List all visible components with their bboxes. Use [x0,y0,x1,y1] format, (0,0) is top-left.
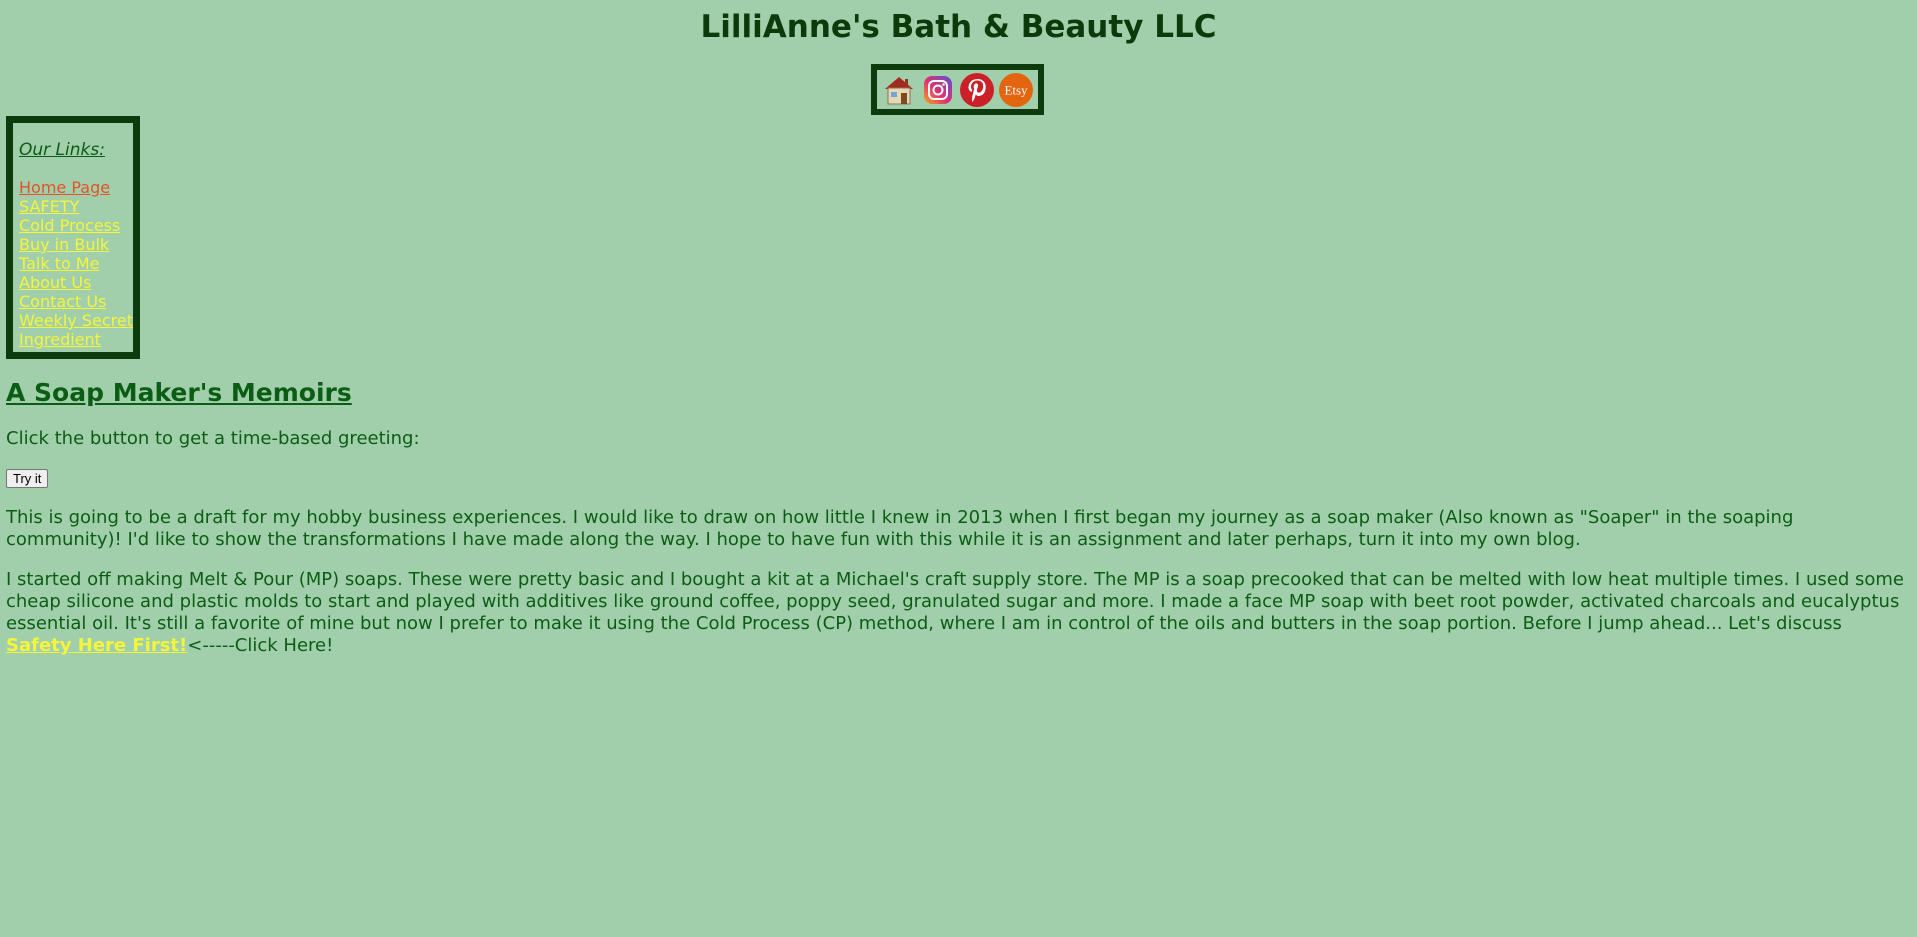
greeting-prompt: Click the button to get a time-based gre… [6,428,420,449]
site-title: LilliAnne's Bath & Beauty LLC [700,9,1217,45]
sidebar-links: Our Links: Home Page SAFETY Cold Process… [6,116,140,359]
story-text: I started off making Melt & Pour (MP) so… [6,569,1904,634]
etsy-label: Etsy [1005,82,1029,97]
instagram-icon[interactable] [920,72,956,108]
sidebar-item-talk-to-me[interactable]: Talk to Me [19,254,100,273]
links-heading: Our Links: [19,140,105,160]
sidebar-item-about-us[interactable]: About Us [19,273,91,292]
page-heading: A Soap Maker's Memoirs [6,378,352,407]
intro-paragraph: This is going to be a draft for my hobby… [6,507,1794,550]
sidebar-item-buy-in-bulk[interactable]: Buy in Bulk [19,235,109,254]
home-icon[interactable] [881,72,917,108]
social-links-bar: Etsy [871,64,1044,115]
try-it-button[interactable]: Try it [6,469,49,488]
sidebar-item-home[interactable]: Home Page [19,178,110,197]
sidebar-item-safety[interactable]: SAFETY [19,197,79,216]
sidebar-item-cold-process[interactable]: Cold Process [19,216,120,235]
sidebar-item-contact-us[interactable]: Contact Us [19,292,106,311]
sidebar-item-weekly-secret-ingredient[interactable]: Weekly Secret Ingredient [19,311,133,349]
links-list: Home Page SAFETY Cold Process Buy in Bul… [19,178,133,349]
click-here-text: <-----Click Here! [187,635,334,656]
safety-link[interactable]: Safety Here First! [6,635,187,656]
etsy-icon[interactable]: Etsy [998,72,1034,108]
pinterest-icon[interactable] [959,72,995,108]
story-paragraph: I started off making Melt & Pour (MP) so… [6,569,1911,657]
